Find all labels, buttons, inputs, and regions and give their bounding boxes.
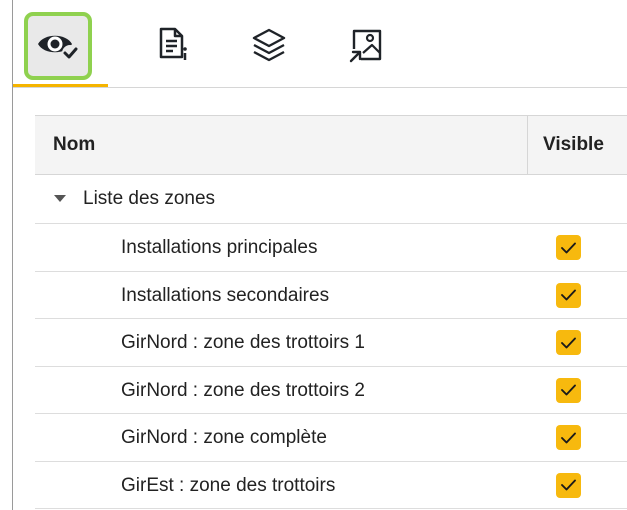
visibility-tab-button[interactable] — [24, 12, 92, 80]
checkmark-icon — [561, 479, 576, 491]
table-row[interactable]: GirNord : zone des trottoirs 2 — [35, 367, 627, 414]
layers-icon — [252, 28, 286, 62]
visible-checkbox[interactable] — [556, 235, 581, 260]
layers-tab-button[interactable] — [234, 10, 304, 80]
table-row[interactable]: Installations secondaires — [35, 272, 627, 319]
visible-checkbox[interactable] — [556, 330, 581, 355]
table-header: Nom Visible — [35, 116, 627, 175]
checkmark-icon — [561, 432, 576, 443]
visible-checkbox[interactable] — [556, 377, 581, 403]
zones-table: Nom Visible Liste des zones Installation… — [35, 115, 627, 509]
document-info-icon — [159, 27, 187, 60]
image-export-icon — [349, 29, 382, 63]
checkmark-icon — [561, 384, 576, 396]
group-label: Liste des zones — [83, 188, 216, 209]
active-tab-underline — [13, 84, 108, 87]
checkmark-icon — [561, 242, 576, 253]
document-info-tab-button[interactable] — [138, 10, 208, 80]
zone-label: GirNord : zone des trottoirs 1 — [121, 332, 365, 353]
panel-toolbar — [13, 0, 627, 88]
caret-down-icon[interactable] — [54, 195, 66, 202]
zone-label: GirEst : zone des trottoirs — [121, 474, 336, 496]
visibility-panel: Nom Visible Liste des zones Installation… — [12, 0, 627, 510]
image-export-tab-button[interactable] — [331, 10, 401, 80]
column-divider — [527, 116, 528, 174]
table-row[interactable]: Installations principales — [35, 224, 627, 272]
column-header-visible[interactable]: Visible — [543, 116, 604, 174]
table-row[interactable]: GirNord : zone complète — [35, 414, 627, 462]
tree-group-row[interactable]: Liste des zones — [35, 175, 627, 224]
table-row[interactable]: GirNord : zone des trottoirs 1 — [35, 319, 627, 367]
checkmark-icon — [561, 337, 576, 348]
checkmark-icon — [561, 289, 576, 301]
visible-checkbox[interactable] — [556, 425, 581, 450]
visible-checkbox[interactable] — [556, 472, 581, 498]
table-row[interactable]: GirEst : zone des trottoirs — [35, 462, 627, 509]
zone-label: Installations principales — [121, 237, 318, 258]
visible-checkbox[interactable] — [556, 282, 581, 308]
column-header-name[interactable]: Nom — [53, 116, 95, 174]
zone-label: Installations secondaires — [121, 284, 330, 306]
zone-label: GirNord : zone des trottoirs 2 — [121, 379, 365, 401]
zone-label: GirNord : zone complète — [121, 427, 327, 448]
eye-check-icon — [38, 35, 78, 61]
